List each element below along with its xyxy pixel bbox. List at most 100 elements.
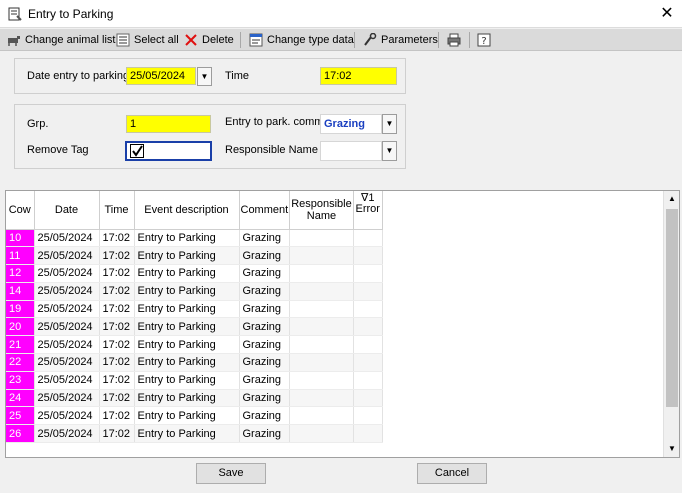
cow-cell[interactable]: 24 bbox=[6, 389, 35, 408]
date-cell[interactable]: 25/05/2024 bbox=[34, 371, 100, 390]
date-cell[interactable]: 25/05/2024 bbox=[34, 353, 100, 372]
error-cell[interactable] bbox=[353, 353, 383, 372]
table-row[interactable]: 11 25/05/2024 17:02 Entry to Parking Grazing bbox=[6, 246, 383, 266]
cow-cell[interactable]: 21 bbox=[6, 335, 35, 355]
event-cell[interactable]: Entry to Parking bbox=[134, 229, 240, 248]
error-cell[interactable] bbox=[353, 406, 383, 426]
change-type-data-button[interactable]: Change type data bbox=[249, 29, 354, 51]
error-cell[interactable] bbox=[353, 335, 383, 355]
event-cell[interactable]: Entry to Parking bbox=[134, 389, 240, 408]
responsible-cell[interactable] bbox=[289, 229, 354, 248]
parameters-button[interactable]: Parameters bbox=[363, 29, 438, 51]
date-cell[interactable]: 25/05/2024 bbox=[34, 282, 100, 301]
comment-cell[interactable]: Grazing bbox=[239, 300, 291, 319]
date-cell[interactable]: 25/05/2024 bbox=[34, 335, 100, 355]
cow-cell[interactable]: 20 bbox=[6, 317, 35, 337]
animal-grid[interactable]: Cow Date Time Event description Comment … bbox=[5, 190, 680, 458]
time-cell[interactable]: 17:02 bbox=[99, 335, 135, 355]
column-header-error[interactable]: ∇1 Error bbox=[353, 191, 383, 230]
table-row[interactable]: 14 25/05/2024 17:02 Entry to Parking Grazing bbox=[6, 282, 383, 301]
error-cell[interactable] bbox=[353, 229, 383, 248]
date-cell[interactable]: 25/05/2024 bbox=[34, 406, 100, 426]
error-cell[interactable] bbox=[353, 246, 383, 266]
time-cell[interactable]: 17:02 bbox=[99, 371, 135, 390]
error-cell[interactable] bbox=[353, 389, 383, 408]
date-entry-field[interactable]: 25/05/2024 bbox=[126, 67, 196, 85]
table-row[interactable]: 26 25/05/2024 17:02 Entry to Parking Grazing bbox=[6, 424, 383, 444]
time-cell[interactable]: 17:02 bbox=[99, 229, 135, 248]
help-button[interactable]: ? bbox=[477, 29, 491, 51]
error-cell[interactable] bbox=[353, 282, 383, 301]
responsible-dropdown-button[interactable]: ▼ bbox=[382, 141, 397, 161]
remove-tag-checkbox[interactable] bbox=[125, 141, 212, 161]
responsible-cell[interactable] bbox=[289, 317, 354, 337]
event-cell[interactable]: Entry to Parking bbox=[134, 424, 240, 444]
comment-cell[interactable]: Grazing bbox=[239, 406, 291, 426]
column-header-comment[interactable]: Comment bbox=[239, 191, 291, 230]
event-cell[interactable]: Entry to Parking bbox=[134, 300, 240, 319]
scroll-down-icon[interactable]: ▼ bbox=[664, 441, 680, 457]
table-row[interactable]: 22 25/05/2024 17:02 Entry to Parking Grazing bbox=[6, 353, 383, 372]
table-row[interactable]: 19 25/05/2024 17:02 Entry to Parking Grazing bbox=[6, 300, 383, 319]
date-cell[interactable]: 25/05/2024 bbox=[34, 246, 100, 266]
time-cell[interactable]: 17:02 bbox=[99, 353, 135, 372]
comment-cell[interactable]: Grazing bbox=[239, 424, 291, 444]
table-row[interactable]: 24 25/05/2024 17:02 Entry to Parking Grazing bbox=[6, 389, 383, 408]
scroll-thumb[interactable] bbox=[666, 209, 678, 407]
date-cell[interactable]: 25/05/2024 bbox=[34, 389, 100, 408]
cow-cell[interactable]: 26 bbox=[6, 424, 35, 444]
entry-comm-dropdown-button[interactable]: ▼ bbox=[382, 114, 397, 134]
vertical-scrollbar[interactable]: ▲ ▼ bbox=[663, 191, 679, 457]
error-cell[interactable] bbox=[353, 264, 383, 283]
table-row[interactable]: 21 25/05/2024 17:02 Entry to Parking Grazing bbox=[6, 335, 383, 355]
cow-cell[interactable]: 19 bbox=[6, 300, 35, 319]
save-button[interactable]: Save bbox=[196, 463, 266, 484]
column-header-cow[interactable]: Cow bbox=[6, 191, 35, 230]
time-cell[interactable]: 17:02 bbox=[99, 406, 135, 426]
table-row[interactable]: 20 25/05/2024 17:02 Entry to Parking Grazing bbox=[6, 317, 383, 337]
event-cell[interactable]: Entry to Parking bbox=[134, 406, 240, 426]
error-cell[interactable] bbox=[353, 317, 383, 337]
time-cell[interactable]: 17:02 bbox=[99, 246, 135, 266]
event-cell[interactable]: Entry to Parking bbox=[134, 371, 240, 390]
grp-field[interactable]: 1 bbox=[126, 115, 211, 133]
table-row[interactable]: 10 25/05/2024 17:02 Entry to Parking Grazing bbox=[6, 229, 383, 248]
date-cell[interactable]: 25/05/2024 bbox=[34, 300, 100, 319]
comment-cell[interactable]: Grazing bbox=[239, 229, 291, 248]
cow-cell[interactable]: 23 bbox=[6, 371, 35, 390]
cancel-button[interactable]: Cancel bbox=[417, 463, 487, 484]
date-dropdown-button[interactable]: ▼ bbox=[197, 67, 212, 86]
column-header-date[interactable]: Date bbox=[34, 191, 100, 230]
time-cell[interactable]: 17:02 bbox=[99, 264, 135, 283]
cow-cell[interactable]: 14 bbox=[6, 282, 35, 301]
time-cell[interactable]: 17:02 bbox=[99, 424, 135, 444]
time-cell[interactable]: 17:02 bbox=[99, 300, 135, 319]
delete-button[interactable]: Delete bbox=[184, 29, 234, 51]
comment-cell[interactable]: Grazing bbox=[239, 353, 291, 372]
select-all-button[interactable]: Select all bbox=[116, 29, 179, 51]
event-cell[interactable]: Entry to Parking bbox=[134, 335, 240, 355]
error-cell[interactable] bbox=[353, 300, 383, 319]
scroll-up-icon[interactable]: ▲ bbox=[664, 191, 680, 207]
date-cell[interactable]: 25/05/2024 bbox=[34, 229, 100, 248]
cow-cell[interactable]: 10 bbox=[6, 229, 35, 248]
print-button[interactable] bbox=[447, 29, 461, 51]
responsible-cell[interactable] bbox=[289, 406, 354, 426]
comment-cell[interactable]: Grazing bbox=[239, 282, 291, 301]
date-cell[interactable]: 25/05/2024 bbox=[34, 264, 100, 283]
table-row[interactable]: 23 25/05/2024 17:02 Entry to Parking Grazing bbox=[6, 371, 383, 390]
cow-cell[interactable]: 12 bbox=[6, 264, 35, 283]
cow-cell[interactable]: 25 bbox=[6, 406, 35, 426]
cow-cell[interactable]: 11 bbox=[6, 246, 35, 266]
comment-cell[interactable]: Grazing bbox=[239, 389, 291, 408]
date-cell[interactable]: 25/05/2024 bbox=[34, 317, 100, 337]
time-cell[interactable]: 17:02 bbox=[99, 317, 135, 337]
error-cell[interactable] bbox=[353, 424, 383, 444]
responsible-cell[interactable] bbox=[289, 389, 354, 408]
column-header-event[interactable]: Event description bbox=[134, 191, 240, 230]
close-icon[interactable]: ✕ bbox=[652, 0, 682, 28]
time-cell[interactable]: 17:02 bbox=[99, 282, 135, 301]
column-header-time[interactable]: Time bbox=[99, 191, 135, 230]
responsible-cell[interactable] bbox=[289, 246, 354, 266]
responsible-cell[interactable] bbox=[289, 282, 354, 301]
